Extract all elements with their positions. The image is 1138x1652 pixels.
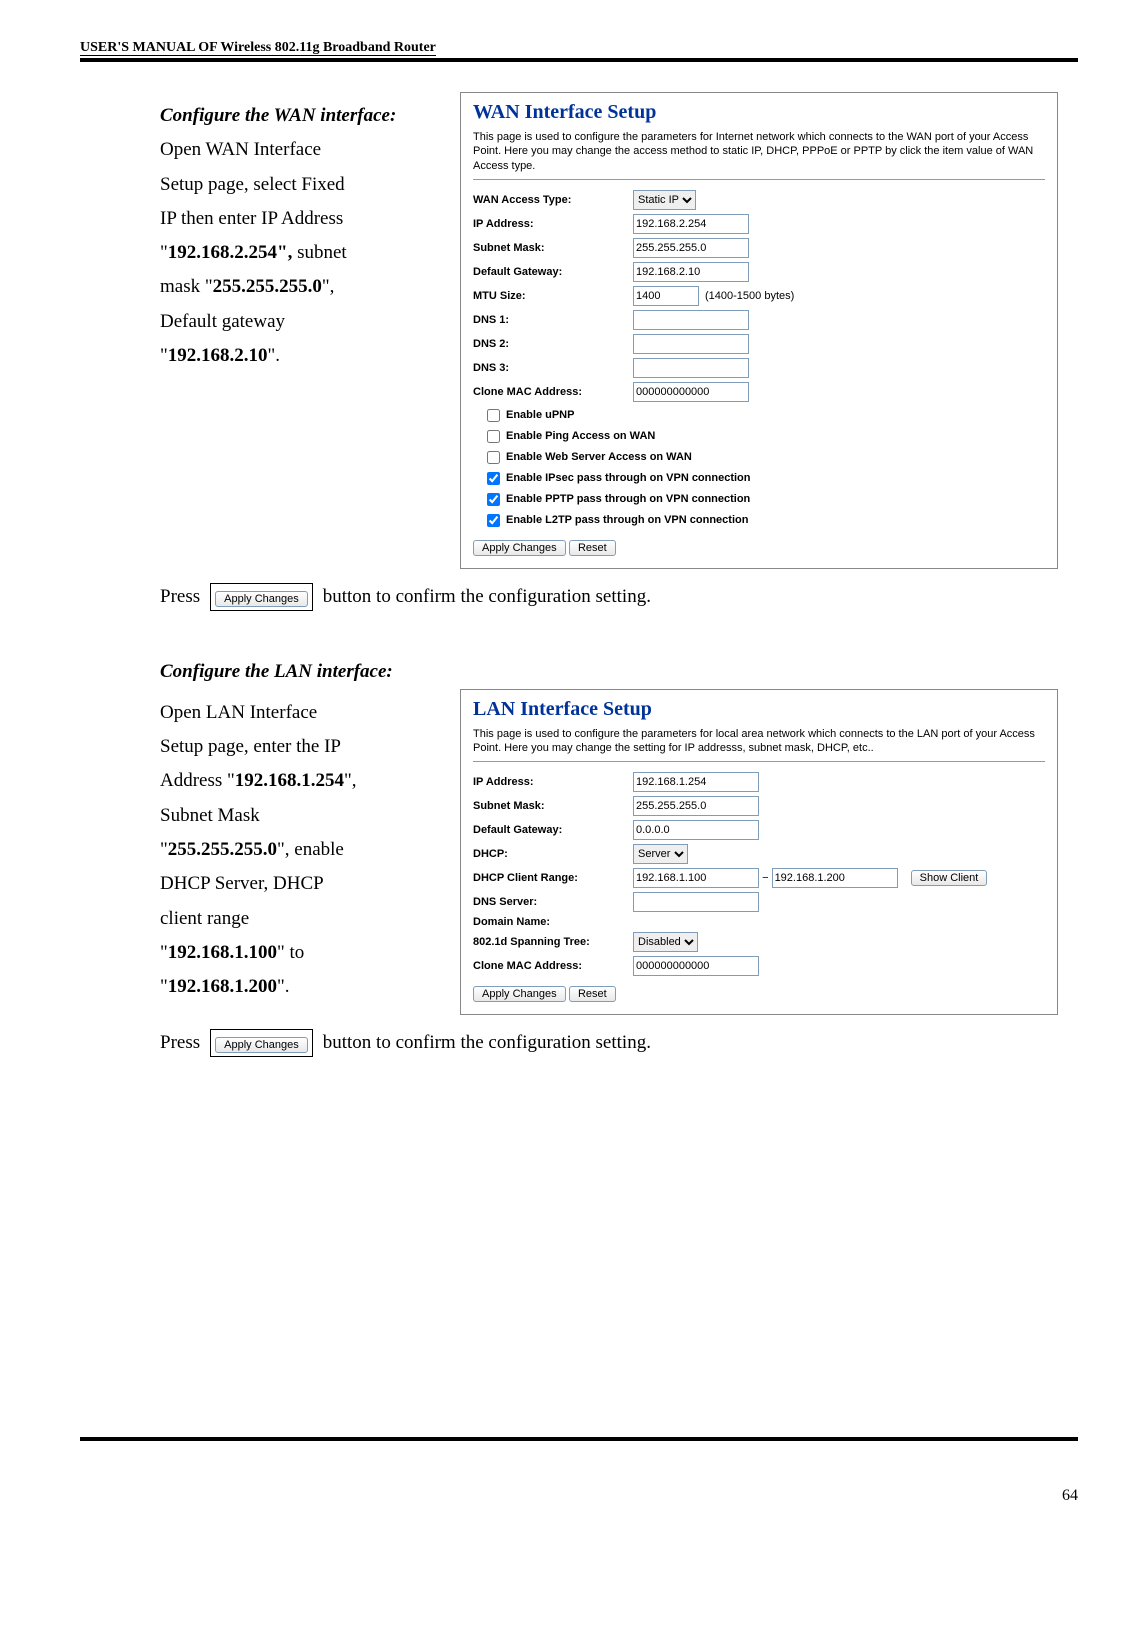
enable-l2tp-checkbox[interactable]: [487, 514, 500, 527]
page-footer: [80, 1437, 1078, 1441]
default-gateway-label: Default Gateway:: [473, 266, 633, 278]
header-text: USER'S MANUAL OF Wireless 802.11g Broadb…: [80, 40, 436, 56]
clone-mac-input[interactable]: [633, 382, 749, 402]
press-text: Press: [160, 586, 200, 608]
enable-ping-checkbox[interactable]: [487, 430, 500, 443]
show-client-button[interactable]: Show Client: [911, 870, 988, 886]
lan-clone-label: Clone MAC Address:: [473, 960, 633, 972]
enable-pptp-label: Enable PPTP pass through on VPN connecti…: [506, 493, 750, 505]
wan-panel: WAN Interface Setup This page is used to…: [460, 92, 1058, 569]
lan-instructions: Open LAN Interface Setup page, enter the…: [160, 689, 460, 1006]
lan-subnet-input[interactable]: [633, 796, 759, 816]
lan-panel: LAN Interface Setup This page is used to…: [460, 689, 1058, 1016]
lan-spanning-select[interactable]: Disabled: [633, 932, 698, 952]
lan-clone-input[interactable]: [633, 956, 759, 976]
wan-panel-title: WAN Interface Setup: [473, 101, 1045, 124]
wan-apply-button[interactable]: Apply Changes: [473, 540, 566, 556]
mtu-hint: (1400-1500 bytes): [705, 290, 794, 302]
wan-body-0: Open WAN Interface: [160, 134, 460, 166]
wan-access-type-label: WAN Access Type:: [473, 194, 633, 206]
clone-mac-label: Clone MAC Address:: [473, 386, 633, 398]
press-apply-button[interactable]: Apply Changes: [215, 591, 308, 607]
press-rest: button to confirm the configuration sett…: [323, 586, 651, 608]
lan-body-2: Address "192.168.1.254",: [160, 765, 460, 797]
lan-body-5: DHCP Server, DHCP: [160, 868, 460, 900]
press-text: Press: [160, 1032, 200, 1054]
lan-body-1: Setup page, enter the IP: [160, 731, 460, 763]
dns1-input[interactable]: [633, 310, 749, 330]
wan-instructions: Configure the WAN interface: Open WAN In…: [160, 92, 460, 374]
lan-body-3: Subnet Mask: [160, 800, 460, 832]
enable-upnp-label: Enable uPNP: [506, 409, 574, 421]
enable-webserver-checkbox[interactable]: [487, 451, 500, 464]
range-dash: −: [762, 872, 768, 884]
lan-range-from-input[interactable]: [633, 868, 759, 888]
lan-range-to-input[interactable]: [772, 868, 898, 888]
enable-webserver-label: Enable Web Server Access on WAN: [506, 451, 692, 463]
lan-subnet-label: Subnet Mask:: [473, 800, 633, 812]
ip-address-input[interactable]: [633, 214, 749, 234]
press-rest: button to confirm the configuration sett…: [323, 1032, 651, 1054]
lan-gw-label: Default Gateway:: [473, 824, 633, 836]
enable-ipsec-label: Enable IPsec pass through on VPN connect…: [506, 472, 751, 484]
wan-body-4: mask "255.255.255.0",: [160, 271, 460, 303]
wan-body-3: "192.168.2.254", subnet: [160, 237, 460, 269]
lan-dns-label: DNS Server:: [473, 896, 633, 908]
wan-access-type-select[interactable]: Static IP: [633, 190, 696, 210]
wan-heading: Configure the WAN interface:: [160, 100, 460, 132]
press-apply-button[interactable]: Apply Changes: [215, 1037, 308, 1053]
page-number: 64: [0, 1481, 1138, 1505]
lan-body-4: "255.255.255.0", enable: [160, 834, 460, 866]
enable-ping-label: Enable Ping Access on WAN: [506, 430, 655, 442]
lan-body-0: Open LAN Interface: [160, 697, 460, 729]
dns2-input[interactable]: [633, 334, 749, 354]
subnet-mask-label: Subnet Mask:: [473, 242, 633, 254]
wan-body-1: Setup page, select Fixed: [160, 169, 460, 201]
lan-spanning-label: 802.1d Spanning Tree:: [473, 936, 633, 948]
wan-body-5: Default gateway: [160, 306, 460, 338]
enable-pptp-checkbox[interactable]: [487, 493, 500, 506]
lan-range-label: DHCP Client Range:: [473, 872, 633, 884]
mtu-size-label: MTU Size:: [473, 290, 633, 302]
lan-body-7: "192.168.1.100" to: [160, 937, 460, 969]
lan-dhcp-label: DHCP:: [473, 848, 633, 860]
wan-body-6: "192.168.2.10".: [160, 340, 460, 372]
lan-domain-label: Domain Name:: [473, 916, 633, 928]
dns2-label: DNS 2:: [473, 338, 633, 350]
default-gateway-input[interactable]: [633, 262, 749, 282]
wan-body-2: IP then enter IP Address: [160, 203, 460, 235]
subnet-mask-input[interactable]: [633, 238, 749, 258]
lan-panel-title: LAN Interface Setup: [473, 698, 1045, 721]
lan-dhcp-select[interactable]: Server: [633, 844, 688, 864]
enable-upnp-checkbox[interactable]: [487, 409, 500, 422]
lan-dns-input[interactable]: [633, 892, 759, 912]
page-header: USER'S MANUAL OF Wireless 802.11g Broadb…: [80, 40, 1078, 62]
lan-body-8: "192.168.1.200".: [160, 971, 460, 1003]
dns3-input[interactable]: [633, 358, 749, 378]
lan-heading: Configure the LAN interface:: [160, 661, 1078, 683]
mtu-size-input[interactable]: [633, 286, 699, 306]
lan-panel-desc: This page is used to configure the param…: [473, 727, 1045, 763]
enable-ipsec-checkbox[interactable]: [487, 472, 500, 485]
lan-body-6: client range: [160, 903, 460, 935]
dns3-label: DNS 3:: [473, 362, 633, 374]
wan-press-line: Press Apply Changes button to confirm th…: [160, 583, 1058, 611]
enable-l2tp-label: Enable L2TP pass through on VPN connecti…: [506, 514, 748, 526]
lan-gw-input[interactable]: [633, 820, 759, 840]
dns1-label: DNS 1:: [473, 314, 633, 326]
wan-panel-desc: This page is used to configure the param…: [473, 130, 1045, 180]
lan-reset-button[interactable]: Reset: [569, 986, 616, 1002]
lan-ip-label: IP Address:: [473, 776, 633, 788]
ip-address-label: IP Address:: [473, 218, 633, 230]
wan-reset-button[interactable]: Reset: [569, 540, 616, 556]
lan-press-line: Press Apply Changes button to confirm th…: [160, 1029, 1058, 1057]
lan-ip-input[interactable]: [633, 772, 759, 792]
lan-apply-button[interactable]: Apply Changes: [473, 986, 566, 1002]
